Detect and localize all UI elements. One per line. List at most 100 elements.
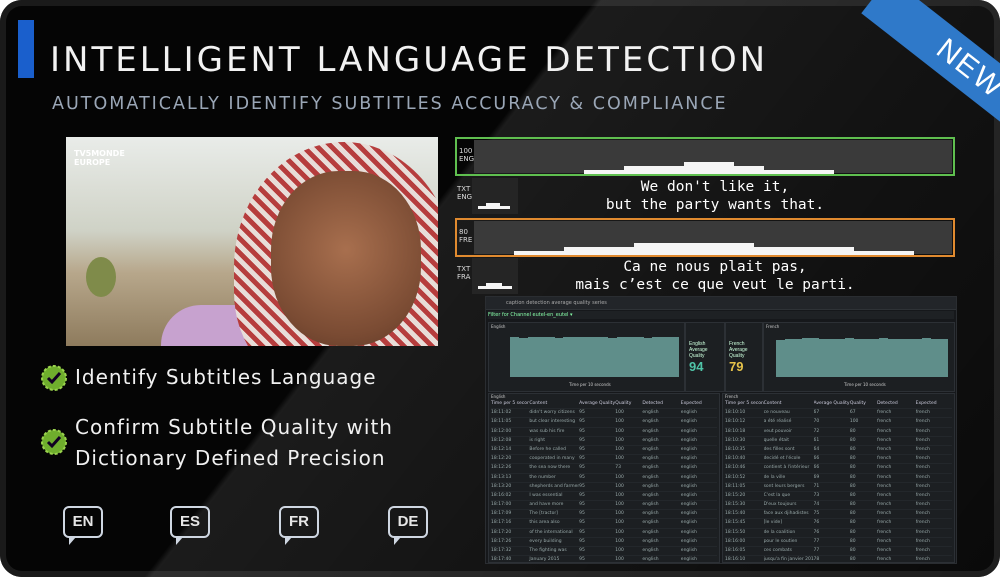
dashboard-tab-bar: caption detection average quality series — [486, 297, 956, 310]
table-row[interactable]: 18:11:02 didn't worry citizens 95 100 englis… — [491, 409, 717, 419]
table-cell: french — [877, 529, 892, 535]
table-cell: of the international — [529, 529, 573, 535]
video-frame[interactable]: TV5MONDE EUROPE — [66, 137, 438, 346]
language-bubble-es: ES — [170, 506, 210, 545]
feature-confirm-quality: Confirm Subtitle Quality with Dictionary… — [75, 412, 393, 474]
table-row[interactable]: 18:11:05 but clear interesting 95 100 englis… — [491, 418, 717, 428]
table-cell: english — [642, 520, 659, 526]
table-cell: english — [642, 538, 659, 544]
table-row[interactable]: 18:17:20 of the international 95 100 english… — [491, 529, 717, 538]
table-cell: The fighting was — [529, 548, 567, 553]
table-cell: 18:17:09 — [491, 511, 512, 517]
table-row[interactable]: 18:17:40 January 2015 95 100 english english — [491, 556, 717, 563]
table-cell: 80 — [849, 465, 856, 471]
table-cell: 100 — [615, 511, 624, 517]
table-cell: 78 — [813, 557, 820, 563]
table-row[interactable]: 18:17:32 The fighting was 95 100 english engl… — [491, 547, 717, 557]
table-cell: english — [642, 465, 659, 471]
table-row[interactable]: 18:10:52 de la ville 69 80 french french — [725, 474, 952, 483]
table-cell: was sub his fire — [529, 428, 565, 434]
table-cell: 95 — [579, 465, 585, 471]
table-row[interactable]: 18:12:00 was sub his fire 95 100 english engl… — [491, 428, 717, 437]
table-row[interactable]: 18:17:16 this area also 95 100 english englis… — [491, 519, 717, 529]
table-cell: 18:13:20 — [491, 483, 512, 489]
table-cell: 80 — [849, 474, 856, 480]
table-cell: 100 — [615, 428, 624, 434]
table-row[interactable]: 18:17:00 and have more 95 100 english english — [491, 501, 717, 511]
table-row[interactable]: 18:17:26 every building 95 100 english englis… — [491, 538, 717, 547]
table-row[interactable]: 18:12:14 Before he called 95 100 english engl… — [491, 446, 717, 456]
table-cell: Time per 5 seconds — [491, 401, 530, 406]
table-cell: Average Quality — [579, 401, 616, 406]
table-cell: 18:10:52 — [725, 474, 746, 480]
table-row[interactable]: 18:16:02 I was essential 95 100 english engli… — [491, 492, 717, 502]
table-cell: 100 — [615, 548, 624, 553]
table-row[interactable]: 18:15:45 [le vide] 76 80 french french — [725, 519, 952, 529]
table-cell: english — [680, 465, 697, 471]
table-cell: 95 — [579, 557, 585, 563]
table-cell: english — [642, 557, 659, 563]
table-cell: french — [877, 511, 892, 517]
table-row[interactable]: 18:13:13 the number 95 100 english english — [491, 474, 717, 483]
table-cell: french — [877, 548, 892, 553]
table-cell: 18:10:12 — [725, 419, 746, 425]
table-cell: C'est la que — [763, 492, 791, 498]
table-row[interactable]: 18:12:26 the sea now there 95 73 english engl… — [491, 464, 717, 474]
dashboard-filter[interactable]: Filter for Channel eutel-en_eutel ▾ — [488, 311, 954, 319]
table-row[interactable]: 18:16:10 jusqu'a fin janvier 201578 80 fren… — [725, 556, 952, 563]
table-row[interactable]: 18:15:30 D'eux toujours 74 80 french french — [725, 501, 952, 511]
table-row[interactable]: 18:10:35 des filles sont 64 80 french french — [725, 446, 952, 456]
english-audio-track[interactable]: 100 ENG — [455, 137, 955, 176]
table-cell: 100 — [615, 502, 624, 508]
table-cell: cooperated in many — [529, 456, 575, 462]
table-cell: 95 — [579, 437, 585, 443]
table-row[interactable]: 18:15:20 C'est la que 73 80 french french — [725, 492, 952, 502]
table-cell: January 2015 — [529, 557, 560, 563]
english-kpi: English Average Quality 94 — [689, 341, 723, 374]
table-row[interactable]: 18:10:18 veut pouvoir 72 80 french french — [725, 428, 952, 437]
table-cell: english — [642, 419, 659, 425]
waveform-bar — [624, 166, 764, 170]
table-cell: french — [877, 437, 892, 443]
table-row[interactable]: 18:10:12 a été réalisé 70 100 french french — [725, 418, 952, 428]
table-row[interactable]: 18:10:40 decidé et l'école 66 80 french frenc… — [725, 455, 952, 465]
check-badge-icon — [41, 429, 67, 455]
table-cell: french — [877, 428, 892, 434]
table-cell: 71 — [813, 483, 820, 489]
table-cell: 100 — [615, 419, 624, 425]
table-row[interactable]: 18:12:08 is right 95 100 english english — [491, 437, 717, 446]
french-audio-track[interactable]: 80 FRE — [455, 218, 955, 257]
table-row[interactable]: 18:10:10 ce nouveau 67 67 french french — [725, 409, 952, 419]
table-row[interactable]: 18:17:09 The [tractor] 95 100 english english — [491, 510, 717, 520]
table-cell: 18:11:02 — [491, 410, 512, 416]
quality-dashboard[interactable]: caption detection average quality series… — [485, 296, 957, 564]
table-row[interactable]: 18:15:50 de la coalition 76 80 french french — [725, 529, 952, 538]
table-row[interactable]: 18:11:05 sont leurs bergers 71 80 french fren… — [725, 483, 952, 492]
table-cell: 80 — [849, 446, 856, 452]
table-cell: 66 — [813, 465, 820, 471]
french-text-type: TXT — [457, 265, 471, 273]
table-cell: french — [877, 557, 892, 563]
table-row[interactable]: 18:12:20 cooperated in many 95 100 english en… — [491, 455, 717, 465]
table-row[interactable]: 18:16:05 ces combats 77 80 french french — [725, 547, 952, 557]
feature-confirm-quality-line2: Dictionary Defined Precision — [75, 446, 386, 470]
dashboard-tab[interactable]: caption detection average quality series — [506, 300, 607, 306]
table-cell: french — [877, 446, 892, 452]
table-cell: french — [915, 548, 930, 553]
table-cell: pour le soutien — [763, 538, 798, 544]
table-row[interactable]: 18:13:20 shepherds and farmers95 100 englis… — [491, 483, 717, 492]
french-table: Time per 5 secondsContent Average Quality… — [725, 400, 952, 563]
table-cell: 80 — [849, 502, 856, 508]
table-cell: english — [642, 428, 659, 434]
person-face — [271, 171, 421, 346]
table-row[interactable]: 18:16:00 pour le soutien 77 80 french french — [725, 538, 952, 547]
french-chart-xlabel: Time per 10 seconds — [844, 382, 886, 387]
table-cell: 18:15:30 — [725, 502, 746, 508]
english-table-panel: English Time per 5 secondsContent Average… — [488, 393, 720, 563]
table-row[interactable]: 18:10:30 quelle était 61 80 french french — [725, 437, 952, 446]
table-row[interactable]: 18:15:40 face aux djihadistes 75 80 french fr… — [725, 510, 952, 520]
table-cell: 18:10:30 — [725, 437, 746, 443]
table-cell: english — [680, 428, 697, 434]
table-cell: french — [877, 456, 892, 462]
table-row[interactable]: 18:10:46 contient à l'intérieur 66 80 french… — [725, 464, 952, 474]
